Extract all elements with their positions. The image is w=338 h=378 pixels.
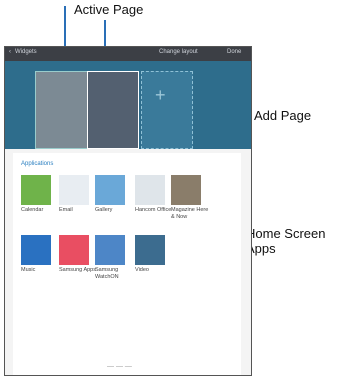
home-page-thumbnail[interactable]: [35, 71, 89, 149]
callout-home-screen-apps: Home Screen Apps: [246, 226, 326, 256]
app-gallery[interactable]: Gallery: [95, 175, 125, 221]
active-home-page-thumbnail[interactable]: [87, 71, 139, 149]
magazine-icon: [171, 175, 201, 205]
callout-active-page: Active Page: [74, 2, 144, 17]
top-bar: ‹ Widgets Change layout Done: [5, 47, 251, 61]
samsung-watchon-icon: [95, 235, 125, 265]
add-page-slot[interactable]: [141, 71, 193, 149]
applications-panel: Applications Calendar Email Gallery Hanc…: [13, 153, 241, 375]
app-samsung-watchon[interactable]: Samsung WatchON: [95, 235, 125, 281]
app-samsung-apps[interactable]: Samsung Apps: [59, 235, 96, 281]
samsung-apps-icon: [59, 235, 89, 265]
page-indicator: — — —: [107, 363, 132, 370]
widgets-title[interactable]: Widgets: [15, 49, 37, 55]
app-music[interactable]: Music: [21, 235, 51, 281]
tablet-screen: ‹ Widgets Change layout Done + Applicati…: [4, 46, 252, 376]
app-magazine-here-now[interactable]: Magazine Here & Now: [171, 175, 208, 221]
home-pages-area: +: [5, 61, 251, 149]
callout-add-page: Add Page: [254, 108, 312, 123]
app-calendar[interactable]: Calendar: [21, 175, 51, 221]
applications-heading: Applications: [21, 161, 54, 167]
done-button[interactable]: Done: [227, 49, 241, 55]
app-hancom-office[interactable]: Hancom Office: [135, 175, 171, 221]
plus-icon[interactable]: +: [155, 85, 166, 106]
email-icon: [59, 175, 89, 205]
back-icon[interactable]: ‹: [9, 49, 11, 55]
video-icon: [135, 235, 165, 265]
hancom-office-icon: [135, 175, 165, 205]
change-layout-button[interactable]: Change layout: [159, 49, 198, 55]
app-email[interactable]: Email: [59, 175, 89, 221]
app-video[interactable]: Video: [135, 235, 165, 281]
calendar-icon: [21, 175, 51, 205]
music-icon: [21, 235, 51, 265]
gallery-icon: [95, 175, 125, 205]
